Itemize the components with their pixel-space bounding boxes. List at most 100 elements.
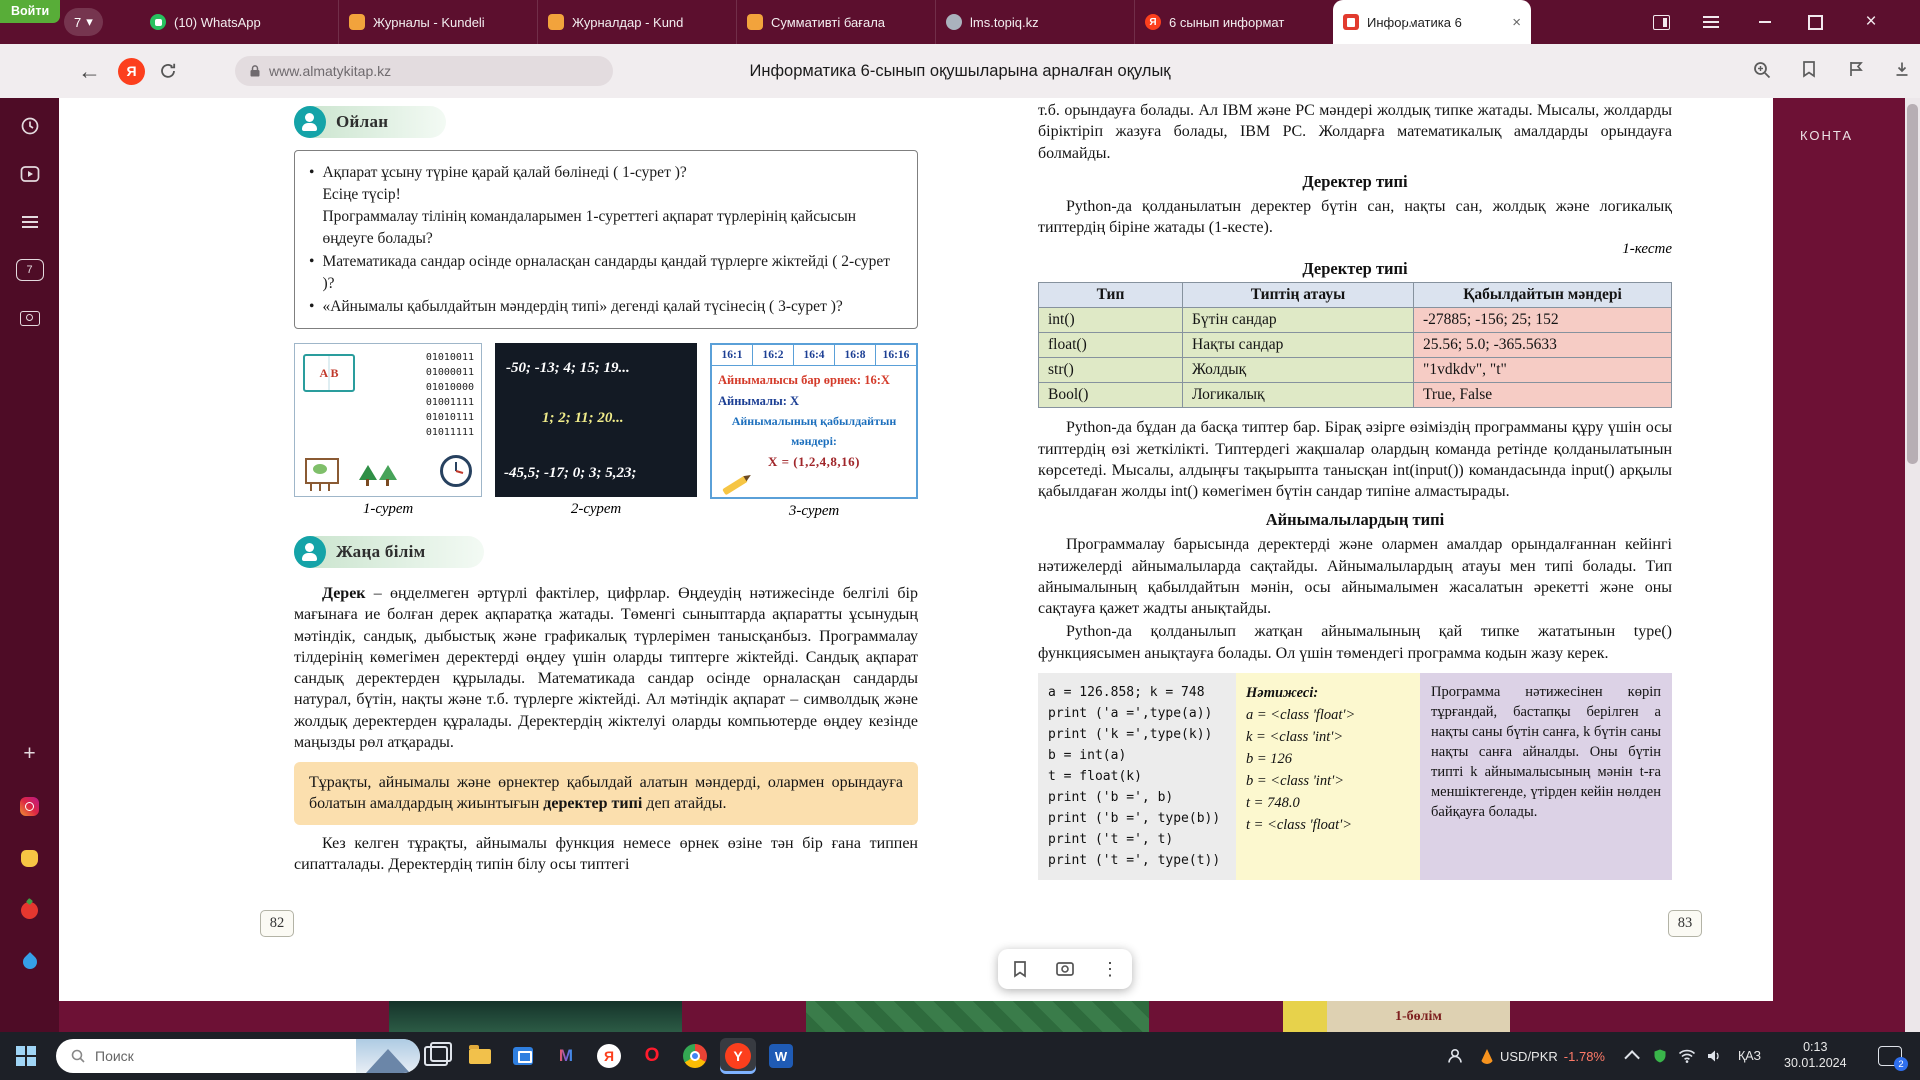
sidebar-panel-button[interactable] <box>1638 0 1684 44</box>
tab-group-counter[interactable]: 7 ▾ <box>64 8 103 36</box>
window-minimize-button[interactable] <box>1742 0 1788 44</box>
screenshot-page-button[interactable] <box>1055 960 1075 978</box>
refresh-button[interactable] <box>158 61 178 81</box>
tray-overflow-button[interactable] <box>1628 1032 1639 1080</box>
feed-button[interactable] <box>0 202 59 242</box>
app-explorer[interactable] <box>462 1038 498 1074</box>
tab-title: Журналы - Kundeli <box>373 15 527 30</box>
clock-art <box>439 454 473 488</box>
think-line: Математикада сандар осінде орналасқан са… <box>322 251 905 295</box>
volume-tray-icon[interactable] <box>1706 1032 1722 1080</box>
start-button[interactable] <box>16 1046 36 1066</box>
tab-close-icon[interactable]: × <box>1512 14 1521 31</box>
tab-whatsapp[interactable]: (10) WhatsApp <box>140 0 338 44</box>
globe-favicon <box>946 14 962 30</box>
browser-side-panel: 7 + <box>0 98 59 1032</box>
figure-3: 16:1 16:2 16:4 16:8 16:16 Айнымалысы бар… <box>710 343 918 520</box>
figure-text: Айнымалы: X <box>718 394 910 409</box>
bookmark-page-button[interactable] <box>1011 960 1029 978</box>
more-options-button[interactable]: ⋮ <box>1101 959 1119 980</box>
collections-button[interactable] <box>1847 60 1865 78</box>
fraction-header: 16:1 16:2 16:4 16:8 16:16 <box>712 345 916 366</box>
next-page-thumbnail[interactable] <box>389 1001 682 1032</box>
figure-text: Айнымалының қабылдайтын <box>718 414 910 429</box>
new-tab-button[interactable]: + <box>1396 8 1424 36</box>
table-row: str() Жолдық "1vdkdv", "t" <box>1039 358 1672 383</box>
result-column: Нәтижесі: a = <class 'float'> k = <class… <box>1236 673 1420 880</box>
app-chrome[interactable] <box>677 1038 713 1074</box>
app-store[interactable] <box>505 1038 541 1074</box>
task-view-button[interactable] <box>418 1038 454 1074</box>
back-button[interactable]: ← <box>78 58 101 85</box>
pomodoro-button[interactable] <box>0 890 59 930</box>
address-bar[interactable]: www.almatykitap.kz <box>235 56 613 86</box>
weather-service-button[interactable] <box>0 942 59 982</box>
tab-kundelik-1[interactable]: Журналы - Kundeli <box>338 0 537 44</box>
window-close-button[interactable]: × <box>1848 0 1894 44</box>
site-content: Ойлан Ақпарат ұсыну түріне қарай қалай б… <box>59 98 1920 1032</box>
paragraph: Python-да қолданылатын деректер бүтін са… <box>1038 196 1672 239</box>
next-page-thumbnail[interactable]: 1-бөлім <box>1283 1001 1510 1032</box>
figure-1: A B 01010011 01000011 01010000 01001111 … <box>294 343 482 520</box>
think-item: Математикада сандар осінде орналасқан са… <box>309 251 905 295</box>
paragraph: Кез келген тұрақты, айнымалы функция нем… <box>294 833 918 876</box>
instagram-button[interactable] <box>0 786 59 826</box>
kundelik-favicon <box>747 14 763 30</box>
app-word[interactable]: W <box>763 1038 799 1074</box>
download-button[interactable] <box>1893 60 1911 78</box>
tab-informatika-active[interactable]: Информатика 6 × <box>1333 0 1531 44</box>
tab-kundelik-2[interactable]: Журналдар - Kund <box>537 0 736 44</box>
yandex-icon: Я <box>597 1044 621 1068</box>
notification-icon: 2 <box>1878 1046 1902 1066</box>
hand-service-button[interactable] <box>0 838 59 878</box>
figure-text: Айнымалысы бар өрнек: 16:X <box>718 373 910 388</box>
page-scrollbar[interactable] <box>1905 98 1920 1032</box>
app-opera[interactable]: O <box>634 1038 670 1074</box>
code-column: a = 126.858; k = 748 print ('a =',type(a… <box>1038 673 1236 880</box>
tab-summative[interactable]: Суммативті бағала <box>736 0 935 44</box>
notification-center-button[interactable]: 2 <box>1878 1032 1902 1080</box>
table-row: Bool() Логикалық True, False <box>1039 383 1672 408</box>
app-yandex-search[interactable]: Я <box>591 1038 627 1074</box>
clock-tray[interactable]: 0:13 30.01.2024 <box>1784 1032 1847 1080</box>
language-indicator[interactable]: ҚАЗ <box>1738 1032 1761 1080</box>
add-service-button[interactable]: + <box>0 734 59 774</box>
browser-login-button[interactable]: Войти <box>0 0 60 23</box>
code-example: a = 126.858; k = 748 print ('a =',type(a… <box>1038 673 1672 880</box>
site-nav-fragment[interactable]: КОНТА <box>1800 128 1853 143</box>
bookmark-button[interactable] <box>1800 60 1818 78</box>
page-title: Информатика 6-сынып оқушыларына арналған… <box>749 62 1170 81</box>
tomato-icon <box>21 902 38 919</box>
screenshot-button[interactable] <box>0 298 59 338</box>
task-view-icon <box>424 1046 448 1066</box>
table-header-row: Тип Типтің атауы Қабылдайтын мәндері <box>1039 283 1672 308</box>
tab-yandex-search[interactable]: Я 6 сынып информат <box>1134 0 1333 44</box>
currency-widget[interactable]: USD/PKR -1.78% <box>1480 1032 1605 1080</box>
taskbar-search[interactable]: Поиск <box>56 1039 420 1073</box>
think-line: Ақпарат ұсыну түріне қарай қалай бөлінед… <box>322 162 905 184</box>
network-tray-icon[interactable] <box>1678 1032 1696 1080</box>
table-row: int() Бүтін сандар -27885; -156; 25; 152 <box>1039 308 1672 333</box>
flame-icon <box>1480 1049 1494 1064</box>
browser-menu-button[interactable] <box>1688 0 1734 44</box>
history-button[interactable] <box>0 106 59 146</box>
person-icon <box>1446 1047 1464 1065</box>
tab-lms-topiq[interactable]: lms.topiq.kz <box>935 0 1134 44</box>
yandex-browser-logo[interactable]: Я <box>118 58 145 85</box>
think-line: «Айнымалы қабылдайтын мәндердің типі» де… <box>322 296 842 318</box>
app-meta[interactable]: M <box>548 1038 584 1074</box>
figure-2: -50; -13; 4; 15; 19... 1; 2; 11; 20... -… <box>495 343 697 520</box>
app-yandex-browser[interactable]: Y <box>720 1038 756 1074</box>
zoom-search-button[interactable] <box>1752 60 1772 80</box>
people-tray-button[interactable] <box>1446 1032 1464 1080</box>
figure-caption: 3-сурет <box>710 503 918 520</box>
folder-icon <box>469 1049 491 1064</box>
scrollbar-thumb[interactable] <box>1907 104 1918 464</box>
window-maximize-button[interactable] <box>1792 0 1838 44</box>
next-page-thumbnail[interactable] <box>806 1001 1149 1032</box>
store-icon <box>513 1047 533 1065</box>
messenger-button[interactable]: 7 <box>0 250 59 290</box>
video-button[interactable] <box>0 154 59 194</box>
security-tray-icon[interactable] <box>1652 1032 1668 1080</box>
viewer-floating-toolbar: ⋮ <box>998 949 1132 989</box>
